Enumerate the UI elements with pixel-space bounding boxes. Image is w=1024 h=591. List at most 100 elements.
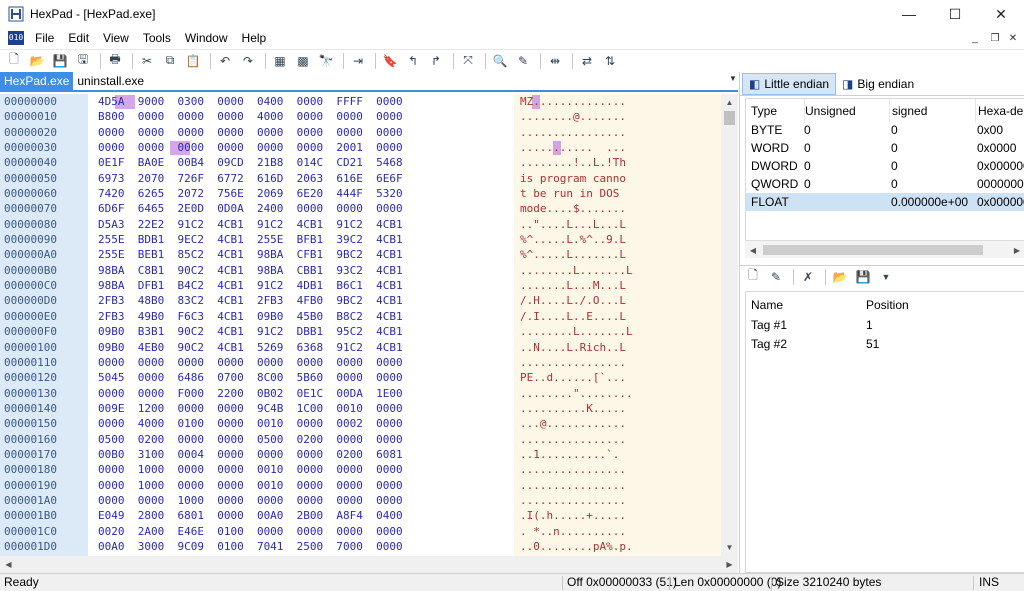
hex-row[interactable]: 98BA DFB1 B4C2 4CB1 91C2 4DB1 B6C1 4CB1 [88, 278, 514, 293]
edit-tag-icon[interactable]: ✎ [766, 268, 786, 286]
column-header[interactable]: Hexa-de [975, 99, 1024, 123]
hex-row[interactable]: 0000 0000 0000 0000 0000 0000 2001 0000 [88, 140, 514, 155]
hex-row[interactable]: 0E1F BA0E 00B4 09CD 21B8 014C CD21 5468 [88, 155, 514, 170]
ascii-row[interactable]: ........L.......L [514, 324, 721, 339]
hex-row[interactable]: 255E BDB1 9EC2 4CB1 255E BFB1 39C2 4CB1 [88, 232, 514, 247]
ascii-row[interactable]: ........"........ [514, 386, 721, 401]
print-icon[interactable]: 🖶 [105, 52, 125, 70]
mdi-restore-button[interactable]: ❐ [986, 30, 1004, 46]
hex-row[interactable]: 255E BEB1 85C2 4CB1 98BA CFB1 9BC2 4CB1 [88, 247, 514, 262]
scroll-thumb[interactable] [763, 245, 983, 255]
paste-icon[interactable]: 📋 [183, 52, 203, 70]
ascii-row[interactable]: ................ [514, 355, 721, 370]
bookmark-icon[interactable]: 🔖 [380, 52, 400, 70]
menu-tools[interactable]: Tools [136, 28, 178, 48]
hex-row[interactable]: 09B0 B3B1 90C2 4CB1 91C2 DBB1 95C2 4CB1 [88, 324, 514, 339]
menu-window[interactable]: Window [178, 28, 235, 48]
hex-row[interactable]: D5A3 22E2 91C2 4CB1 91C2 4CB1 91C2 4CB1 [88, 217, 514, 232]
open-icon[interactable]: 📂 [27, 52, 47, 70]
tab-big-endian[interactable]: ◨ Big endian [836, 73, 920, 95]
menu-view[interactable]: View [96, 28, 136, 48]
column-header[interactable]: Position [866, 292, 966, 318]
type-grid-row[interactable]: QWORD 0 0 0000000 [746, 175, 1024, 193]
scroll-right-icon[interactable]: ▶ [1009, 241, 1024, 259]
ascii-row[interactable]: ..N....L.Rich..L [514, 340, 721, 355]
copy-icon[interactable]: ⧉ [160, 52, 180, 70]
tab-hexpad-exe[interactable]: HexPad.exe [0, 72, 74, 90]
tag-list[interactable]: Name Position Tag #1 1 Tag #2 51 [745, 291, 1024, 573]
select-block-icon[interactable]: ▩ [293, 52, 313, 70]
ascii-row[interactable]: ........... ... [514, 140, 721, 155]
minimize-button[interactable]: — [886, 0, 932, 28]
clear-bookmarks-icon[interactable]: ⤧ [458, 52, 478, 70]
document-icon[interactable]: 010 [8, 31, 24, 45]
ascii-row[interactable]: MZ.............. [514, 94, 721, 109]
ascii-row[interactable]: ................ [514, 125, 721, 140]
ascii-row[interactable]: PE..d......[`... [514, 370, 721, 385]
menu-edit[interactable]: Edit [61, 28, 96, 48]
save-all-icon[interactable]: 🖫 [73, 52, 93, 70]
hex-row[interactable]: B800 0000 0000 0000 4000 0000 0000 0000 [88, 109, 514, 124]
redo-icon[interactable]: ↷ [238, 52, 258, 70]
ascii-row[interactable]: . *..n.......... [514, 524, 721, 539]
ascii-row[interactable]: ........@....... [514, 109, 721, 124]
hex-row[interactable]: 0000 0000 1000 0000 0000 0000 0000 0000 [88, 493, 514, 508]
hex-row[interactable]: E049 2800 6801 0000 00A0 2B00 A8F4 0400 [88, 508, 514, 523]
menu-file[interactable]: File [28, 28, 61, 48]
ascii-row[interactable]: .."....L...L...L [514, 217, 721, 232]
type-grid[interactable]: Type Unsigned signed Hexa-de BYTE 0 0 0x00 WORD 0… [745, 98, 1024, 258]
save-tags-icon[interactable]: 💾 [853, 268, 873, 286]
vertical-scrollbar[interactable]: ▲ ▼ [721, 94, 738, 556]
cut-icon[interactable]: ✂ [137, 52, 157, 70]
hex-row[interactable]: 0000 1000 0000 0000 0010 0000 0000 0000 [88, 478, 514, 493]
delete-tag-icon[interactable]: ✗ [798, 268, 818, 286]
hex-row[interactable]: 009E 1200 0000 0000 9C4B 1C00 0010 0000 [88, 401, 514, 416]
compare-icon[interactable]: ⇹ [545, 52, 565, 70]
tab-uninstall-exe[interactable]: uninstall.exe [73, 72, 149, 90]
hex-row[interactable]: 0500 0200 0000 0000 0500 0200 0000 0000 [88, 432, 514, 447]
column-header[interactable]: Unsigned [804, 99, 888, 123]
tag-row[interactable]: Tag #2 51 [746, 335, 1024, 354]
column-header[interactable]: Name [751, 292, 851, 318]
scroll-up-icon[interactable]: ▲ [721, 94, 738, 111]
horizontal-scrollbar[interactable]: ◀ ▶ [0, 556, 738, 573]
hex-row[interactable]: 5045 0000 6486 0700 8C00 5B60 0000 0000 [88, 370, 514, 385]
hex-column[interactable]: 4D5A 9000 0300 0000 0400 0000 FFFF 0000 B… [88, 94, 514, 556]
sync-icon[interactable]: ⇄ [577, 52, 597, 70]
hex-row[interactable]: 2FB3 49B0 F6C3 4CB1 09B0 45B0 B8C2 4CB1 [88, 309, 514, 324]
mdi-close-button[interactable]: ✕ [1004, 30, 1022, 46]
find-icon[interactable]: 🔭 [316, 52, 336, 70]
prev-bookmark-icon[interactable]: ↰ [403, 52, 423, 70]
menu-help[interactable]: Help [235, 28, 274, 48]
swap-icon[interactable]: ⇅ [600, 52, 620, 70]
ascii-row[interactable]: ..........K..... [514, 401, 721, 416]
new-icon[interactable]: 🗋 [4, 52, 24, 70]
ascii-row[interactable]: ................ [514, 432, 721, 447]
scroll-left-icon[interactable]: ◀ [0, 556, 17, 573]
column-header[interactable]: signed [889, 99, 975, 123]
ascii-row[interactable]: ................ [514, 493, 721, 508]
type-grid-row[interactable]: BYTE 0 0 0x00 [746, 121, 1024, 139]
hex-row[interactable]: 0000 4000 0100 0000 0010 0000 0002 0000 [88, 416, 514, 431]
scroll-right-icon[interactable]: ▶ [721, 556, 738, 573]
hex-row[interactable]: 00A0 3000 9C09 0100 7041 2500 7000 0000 [88, 539, 514, 554]
ascii-row[interactable]: .I(.h.....+..... [514, 508, 721, 523]
hex-row[interactable]: 0000 0000 F000 2200 0B02 0E1C 00DA 1E00 [88, 386, 514, 401]
type-grid-row[interactable]: WORD 0 0 0x0000 [746, 139, 1024, 157]
ascii-row[interactable]: /.H....L./.O...L [514, 293, 721, 308]
open-tags-icon[interactable]: 📂 [830, 268, 850, 286]
dropdown-icon[interactable]: ▼ [876, 268, 896, 286]
ascii-row[interactable]: ................ [514, 462, 721, 477]
ascii-column[interactable]: MZ.............. ........@...............… [514, 94, 721, 556]
hex-row[interactable]: 09B0 4EB0 90C2 4CB1 5269 6368 91C2 4CB1 [88, 340, 514, 355]
column-header[interactable]: Type [751, 99, 801, 123]
hex-row[interactable]: 98BA C8B1 90C2 4CB1 98BA CBB1 93C2 4CB1 [88, 263, 514, 278]
hex-editor[interactable]: 00000000 00000010 00000020 00000030 00000040… [0, 94, 721, 556]
tools-icon[interactable]: ✎ [513, 52, 533, 70]
next-bookmark-icon[interactable]: ↱ [426, 52, 446, 70]
type-grid-row[interactable]: FLOAT 0.000000e+00 0x000000 [746, 193, 1024, 211]
tab-little-endian[interactable]: ◧ Little endian [742, 72, 837, 95]
hex-row[interactable]: 0020 2A00 E46E 0100 0000 0000 0000 0000 [88, 524, 514, 539]
zoom-icon[interactable]: 🔍 [490, 52, 510, 70]
scroll-thumb[interactable] [724, 111, 735, 125]
